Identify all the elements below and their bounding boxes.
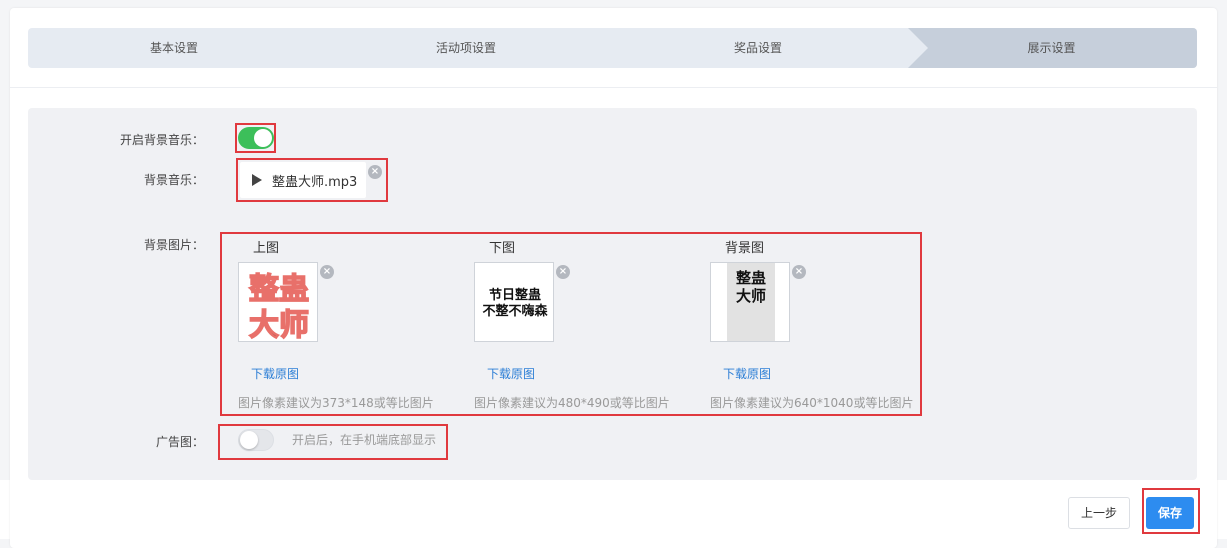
image-top-art: 整蛊 大师 [239,263,317,342]
image-top-line1: 整蛊 [249,272,309,307]
image-bg-art: 整蛊 大师 [711,263,789,341]
step-prize[interactable]: 奖品设置 [612,28,904,68]
image-title-bottom: 下图 [489,241,516,256]
remove-image-top-icon[interactable]: × [320,265,334,279]
music-label: 背景音乐： [143,173,204,187]
prev-step-button[interactable]: 上一步 [1068,497,1130,529]
step-display[interactable]: 展示设置 [906,28,1197,68]
remove-image-bottom-icon[interactable]: × [556,265,570,279]
divider [10,87,1217,88]
music-toggle-label: 开启背景音乐： [119,133,204,147]
images-label: 背景图片： [143,238,204,252]
image-top-line2: 大师 [249,308,309,342]
ad-label: 广告图： [155,435,204,449]
highlight-box [235,123,276,153]
highlight-box [236,158,388,202]
step-bar: 基本设置 活动项设置 奖品设置 展示设置 [28,28,1197,68]
download-bottom-link[interactable]: 下载原图 [487,365,535,382]
highlight-box [218,424,448,460]
image-bottom-line2: 不整不嗨森 [482,303,548,319]
image-bg-line2: 大师 [736,287,766,305]
image-thumb-bg[interactable]: 整蛊 大师 [710,262,790,342]
image-thumb-top[interactable]: 整蛊 大师 [238,262,318,342]
image-thumb-bottom[interactable]: 节日整蛊 不整不嗨森 [474,262,554,342]
image-bg-line1: 整蛊 [736,269,766,287]
image-top-hint: 图片像素建议为373*148或等比图片 [238,396,434,410]
download-top-link[interactable]: 下载原图 [251,365,299,382]
remove-image-bg-icon[interactable]: × [792,265,806,279]
highlight-box [220,232,922,416]
image-bottom-line1: 节日整蛊 [489,287,541,303]
step-basic[interactable]: 基本设置 [28,28,320,68]
highlight-box [1142,488,1200,534]
step-activity[interactable]: 活动项设置 [320,28,612,68]
image-bg-hint: 图片像素建议为640*1040或等比图片 [710,396,914,410]
image-bottom-hint: 图片像素建议为480*490或等比图片 [474,396,670,410]
image-title-bg: 背景图 [725,241,765,256]
image-bottom-art: 节日整蛊 不整不嗨森 [475,263,553,341]
image-title-top: 上图 [253,241,280,256]
download-bg-link[interactable]: 下载原图 [723,365,771,382]
